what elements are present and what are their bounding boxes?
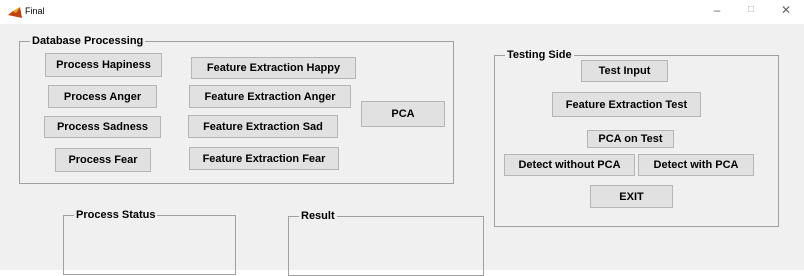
process-sadness-button[interactable]: Process Sadness <box>44 116 161 138</box>
close-button[interactable]: ✕ <box>776 3 796 17</box>
matlab-icon <box>8 7 22 18</box>
panel-title: Process Status <box>74 208 158 222</box>
process-happiness-button[interactable]: Process Hapiness <box>45 53 162 77</box>
panel-title: Testing Side <box>505 48 574 62</box>
detect-without-pca-button[interactable]: Detect without PCA <box>504 154 635 176</box>
panel-title: Database Processing <box>30 34 146 48</box>
maximize-button[interactable]: □ <box>741 4 761 15</box>
exit-button[interactable]: EXIT <box>590 185 673 208</box>
panel-title: Result <box>299 209 337 223</box>
feature-extraction-sad-button[interactable]: Feature Extraction Sad <box>188 115 338 138</box>
detect-with-pca-button[interactable]: Detect with PCA <box>638 154 754 176</box>
feature-extraction-anger-button[interactable]: Feature Extraction Anger <box>189 85 351 108</box>
process-status-panel: Process Status <box>63 208 236 275</box>
feature-extraction-happy-button[interactable]: Feature Extraction Happy <box>191 57 356 79</box>
process-fear-button[interactable]: Process Fear <box>55 148 151 172</box>
window-title: Final <box>25 6 45 16</box>
feature-extraction-test-button[interactable]: Feature Extraction Test <box>552 92 701 117</box>
result-panel: Result <box>288 209 484 276</box>
test-input-button[interactable]: Test Input <box>581 60 668 82</box>
feature-extraction-fear-button[interactable]: Feature Extraction Fear <box>189 147 339 170</box>
pca-button[interactable]: PCA <box>361 101 445 127</box>
minimize-button[interactable]: – <box>707 3 727 17</box>
process-anger-button[interactable]: Process Anger <box>48 85 157 108</box>
title-bar: Final – □ ✕ <box>0 0 804 24</box>
pca-on-test-button[interactable]: PCA on Test <box>587 130 674 148</box>
